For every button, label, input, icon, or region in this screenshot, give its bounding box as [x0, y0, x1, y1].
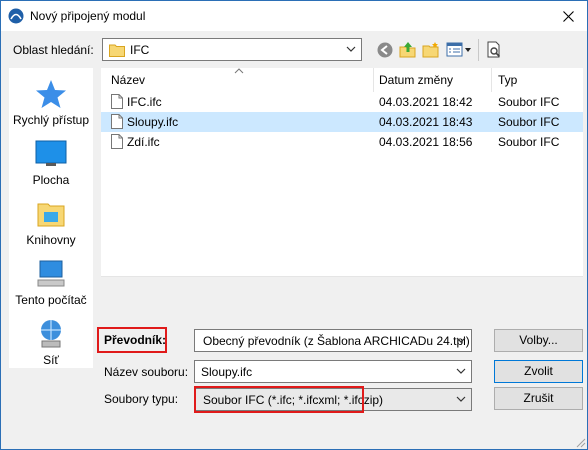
file-icon	[111, 134, 123, 149]
new-folder-icon[interactable]	[422, 41, 440, 59]
file-date: 04.03.2021 18:56	[379, 135, 473, 149]
place-desktop[interactable]: Plocha	[9, 138, 93, 187]
look-in-label: Oblast hledání:	[13, 43, 94, 57]
star-icon	[36, 80, 66, 108]
column-header-date[interactable]: Datum změny	[379, 68, 453, 92]
preview-icon[interactable]	[485, 41, 503, 59]
look-in-value: IFC	[130, 43, 150, 57]
file-type: Soubor IFC	[498, 135, 560, 149]
chevron-down-icon	[456, 368, 466, 374]
chevron-down-icon	[456, 396, 466, 402]
horizontal-scrollbar[interactable]	[101, 276, 583, 294]
file-type: Soubor IFC	[498, 115, 560, 129]
sort-ascending-icon	[234, 68, 244, 74]
file-type: Soubor IFC	[498, 95, 560, 109]
place-this-pc[interactable]: Tento počítač	[9, 258, 93, 307]
filetype-label: Soubory typu:	[104, 392, 179, 406]
place-quick-access[interactable]: Rychlý přístup	[9, 78, 93, 127]
column-divider	[373, 68, 374, 92]
places-bar: Rychlý přístup Plocha Knihovny Tento poč…	[9, 68, 93, 368]
filename-label: Název souboru:	[104, 365, 189, 379]
place-label: Tento počítač	[15, 293, 87, 307]
place-label: Knihovny	[26, 233, 76, 247]
file-name: Sloupy.ifc	[127, 115, 179, 129]
file-icon	[111, 94, 123, 109]
file-list: Název Datum změny Typ IFC.ifc 04.03.2021…	[101, 68, 583, 294]
computer-icon	[37, 260, 65, 287]
chevron-down-icon	[456, 337, 466, 343]
filename-value: Sloupy.ifc	[201, 365, 253, 379]
options-button[interactable]: Volby...	[494, 329, 583, 352]
column-header-type[interactable]: Typ	[498, 68, 517, 92]
place-label: Síť	[43, 353, 59, 367]
file-date: 04.03.2021 18:43	[379, 115, 473, 129]
close-button[interactable]	[549, 1, 587, 31]
file-name: IFC.ifc	[127, 95, 162, 109]
archicad-app-icon	[8, 8, 24, 24]
place-label: Rychlý přístup	[12, 113, 90, 127]
translator-value: Obecný převodník (z Šablona ARCHICADu 24…	[203, 334, 470, 348]
file-date: 04.03.2021 18:42	[379, 95, 473, 109]
back-icon[interactable]	[376, 41, 394, 59]
resize-grip-icon[interactable]	[575, 437, 586, 448]
filename-input[interactable]: Sloupy.ifc	[194, 360, 472, 383]
column-divider	[491, 68, 492, 92]
view-menu-button[interactable]	[446, 41, 474, 59]
file-row[interactable]: Sloupy.ifc 04.03.2021 18:43 Soubor IFC	[101, 112, 583, 132]
place-network[interactable]: Síť	[9, 318, 93, 367]
title-bar: Nový připojený modul	[1, 1, 587, 31]
folder-icon	[109, 44, 125, 57]
column-header-name[interactable]: Název	[111, 68, 145, 92]
file-name: Zdí.ifc	[127, 135, 160, 149]
translator-select[interactable]: Obecný převodník (z Šablona ARCHICADu 24…	[194, 329, 472, 352]
place-libraries[interactable]: Knihovny	[9, 198, 93, 247]
up-folder-icon[interactable]	[399, 41, 417, 59]
library-icon	[37, 203, 65, 227]
open-dialog-window: Nový připojený modul Oblast hledání: IFC	[0, 0, 588, 450]
cancel-button[interactable]: Zrušit	[494, 387, 583, 410]
window-title: Nový připojený modul	[30, 9, 146, 23]
network-icon	[41, 320, 61, 348]
choose-button[interactable]: Zvolit	[494, 360, 583, 383]
view-menu-icon	[446, 42, 471, 57]
file-icon	[111, 114, 123, 129]
place-label: Plocha	[32, 173, 70, 187]
toolbar-divider	[478, 39, 479, 61]
file-row[interactable]: IFC.ifc 04.03.2021 18:42 Soubor IFC	[101, 92, 583, 112]
filetype-highlight-box	[194, 386, 364, 413]
close-icon	[562, 10, 574, 22]
translator-label: Převodník:	[104, 333, 167, 347]
desktop-icon	[35, 140, 67, 166]
chevron-down-icon	[346, 46, 356, 52]
file-row[interactable]: Zdí.ifc 04.03.2021 18:56 Soubor IFC	[101, 132, 583, 152]
look-in-combo[interactable]: IFC	[102, 38, 362, 61]
